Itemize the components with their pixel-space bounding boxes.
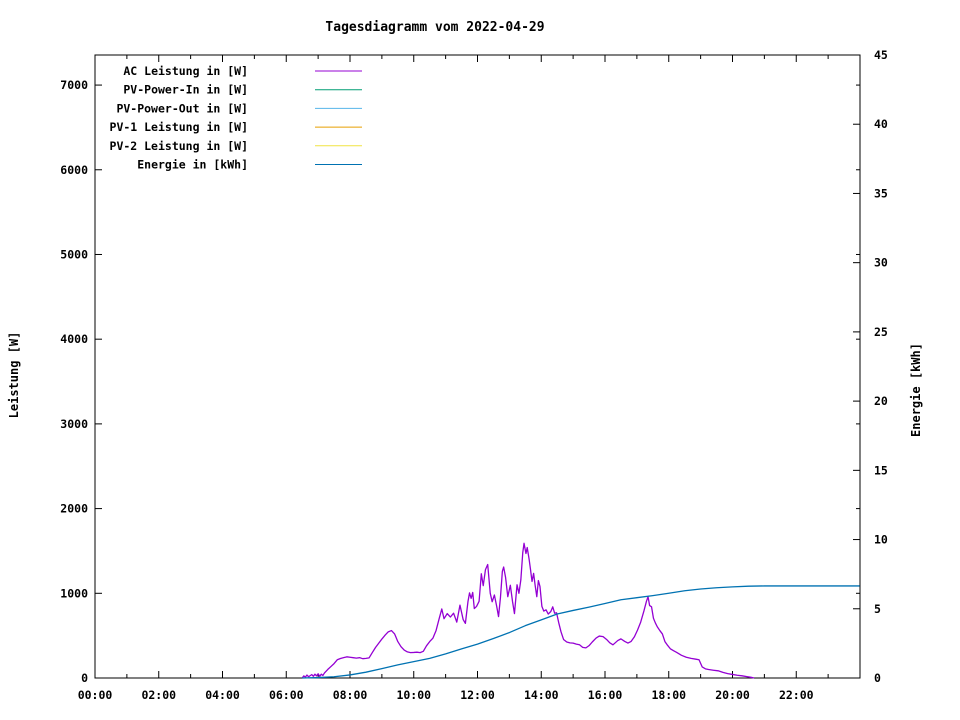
x-tick-label: 16:00 [588,688,623,702]
x-tick-label: 06:00 [269,688,304,702]
x-tick-label: 12:00 [460,688,495,702]
y-right-tick-label: 30 [874,256,888,270]
y-right-tick-label: 40 [874,117,888,131]
y-right-tick-label: 15 [874,463,888,477]
y-right-tick-label: 10 [874,533,888,547]
x-tick-label: 10:00 [396,688,431,702]
legend-label: PV-Power-Out in [W] [116,101,248,115]
y-left-tick-label: 0 [81,671,88,685]
x-tick-label: 22:00 [779,688,814,702]
x-tick-label: 20:00 [715,688,750,702]
x-tick-label: 02:00 [141,688,176,702]
legend-label: PV-2 Leistung in [W] [110,139,248,153]
y-right-tick-label: 0 [874,671,881,685]
x-tick-label: 04:00 [205,688,240,702]
legend-label: Energie in [kWh] [137,158,248,172]
series-ac-leistung-in-w- [301,542,755,679]
y-left-tick-label: 3000 [60,417,88,431]
x-tick-label: 00:00 [78,688,113,702]
y-right-tick-label: 45 [874,48,888,62]
y-right-tick-label: 35 [874,186,888,200]
y-right-tick-label: 25 [874,325,888,339]
y-left-tick-label: 5000 [60,247,88,261]
y-axis-right-label: Energie [kWh] [909,343,923,437]
y-left-tick-label: 6000 [60,163,88,177]
legend-label: PV-Power-In in [W] [123,83,248,97]
series-energie-in-kwh- [302,585,860,679]
chart-page: Tagesdiagramm vom 2022-04-29 Leistung [W… [0,0,960,720]
x-tick-label: 18:00 [651,688,686,702]
legend-label: PV-1 Leistung in [W] [110,120,248,134]
x-tick-label: 08:00 [333,688,368,702]
y-left-tick-label: 4000 [60,332,88,346]
y-left-tick-label: 7000 [60,78,88,92]
y-left-tick-label: 2000 [60,502,88,516]
y-axis-left-label: Leistung [W] [7,331,21,419]
y-right-tick-label: 5 [874,602,881,616]
plot-area: 00:00 02:00 04:00 06:00 08:00 10:00 12:00 14:00… [60,48,888,702]
y-left-tick-label: 1000 [60,586,88,600]
y-right-tick-label: 20 [874,394,888,408]
x-tick-label: 14:00 [524,688,559,702]
legend-label: AC Leistung in [W] [123,64,248,78]
chart-title: Tagesdiagramm vom 2022-04-29 [325,20,545,35]
